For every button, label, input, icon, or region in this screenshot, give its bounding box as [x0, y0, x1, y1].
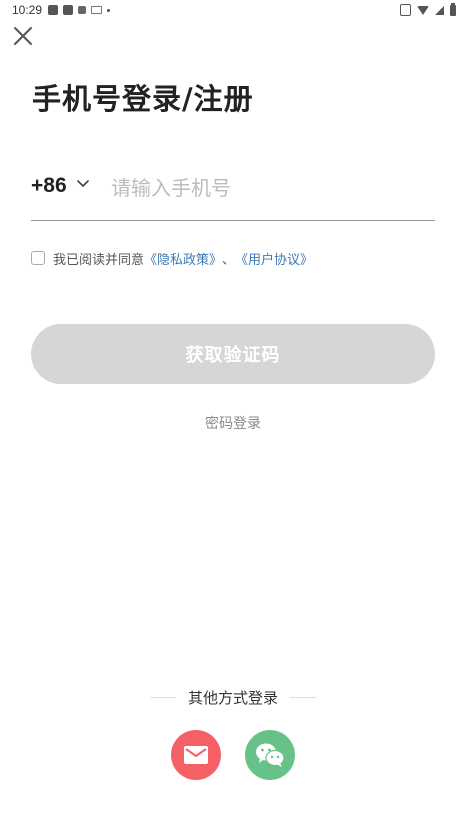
- wechat-icon: [256, 743, 285, 767]
- agreement-row: 我已阅读并同意 《隐私政策》 、 《用户协议》: [31, 249, 313, 268]
- mail-icon: [184, 746, 208, 764]
- social-login-row: [0, 730, 466, 780]
- close-button[interactable]: [12, 25, 34, 47]
- battery-icon: [450, 2, 456, 16]
- password-login-link[interactable]: 密码登录: [0, 413, 466, 433]
- notification-icons: [48, 5, 110, 15]
- country-code-selector[interactable]: +86: [31, 174, 67, 198]
- status-time: 10:29: [12, 3, 43, 17]
- notification-app-icon: [48, 5, 58, 15]
- wifi-icon: [417, 5, 429, 15]
- privacy-policy-link[interactable]: 《隐私政策》: [144, 249, 222, 268]
- other-login-header: 其他方式登录: [0, 686, 466, 708]
- status-bar: 10:29: [0, 0, 466, 22]
- agreement-checkbox[interactable]: [31, 251, 45, 265]
- get-code-label: 获取验证码: [185, 345, 281, 366]
- notification-app-icon: [63, 5, 73, 15]
- phone-number-input[interactable]: [111, 169, 431, 207]
- other-login-label: 其他方式登录: [187, 688, 278, 707]
- agreement-separator: 、: [222, 252, 236, 268]
- wechat-login-button[interactable]: [245, 730, 295, 780]
- close-icon: [14, 27, 32, 45]
- vibrate-icon: [400, 4, 411, 16]
- get-verification-code-button[interactable]: 获取验证码: [31, 324, 435, 384]
- cell-signal-icon: [435, 5, 444, 15]
- notification-image-icon: [78, 6, 86, 14]
- phone-input-row: +86: [31, 165, 435, 221]
- system-icons: [400, 2, 456, 16]
- page-title: 手机号登录/注册: [32, 82, 254, 116]
- agreement-prefix: 我已阅读并同意: [53, 252, 145, 268]
- user-agreement-link[interactable]: 《用户协议》: [235, 249, 313, 268]
- divider-left: [149, 696, 176, 698]
- mail-login-button[interactable]: [171, 730, 221, 780]
- notification-more-dot-icon: [107, 8, 110, 12]
- divider-right: [290, 696, 316, 698]
- notification-keyboard-icon: [91, 6, 102, 14]
- chevron-down-icon[interactable]: [77, 179, 89, 189]
